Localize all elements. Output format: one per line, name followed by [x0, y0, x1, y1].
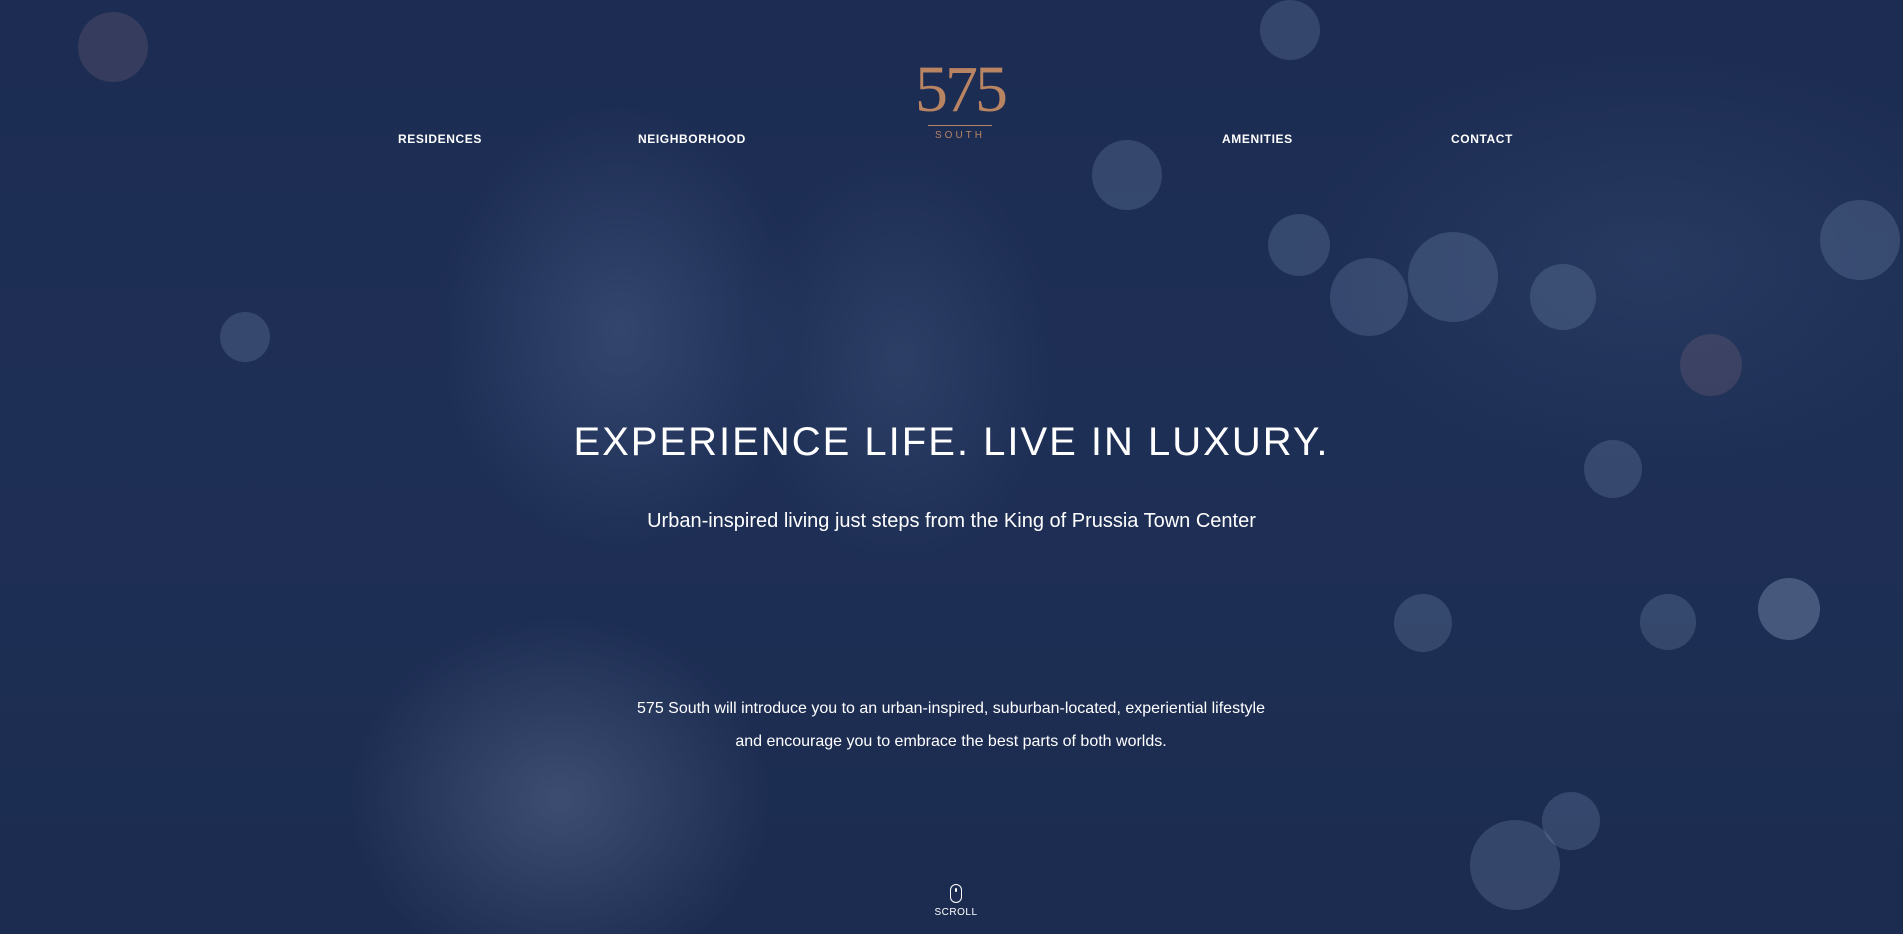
scroll-label: SCROLL — [934, 907, 978, 918]
background-bokeh — [1470, 820, 1560, 910]
mouse-icon — [950, 884, 962, 903]
hero-intro-line: 575 South will introduce you to an urban… — [637, 700, 1265, 717]
logo-wordmark: SOUTH — [935, 130, 985, 141]
background-bokeh — [1530, 264, 1596, 330]
hero-section: RESIDENCES NEIGHBORHOOD 575 SOUTH AMENIT… — [0, 0, 1903, 934]
background-bokeh — [1268, 214, 1330, 276]
background-bokeh — [220, 312, 270, 362]
site-logo[interactable]: 575 SOUTH — [904, 53, 1016, 150]
background-bokeh — [1542, 792, 1600, 850]
logo-number: 575 — [915, 53, 1008, 126]
background-bokeh — [1680, 334, 1742, 396]
background-bokeh — [1820, 200, 1900, 280]
nav-link-neighborhood[interactable]: NEIGHBORHOOD — [638, 132, 746, 146]
hero-intro-text: 575 South will introduce you to an urban… — [551, 692, 1351, 758]
hero-intro-line: and encourage you to embrace the best pa… — [735, 733, 1167, 750]
background-bokeh — [1394, 594, 1452, 652]
nav-link-amenities[interactable]: AMENITIES — [1222, 132, 1293, 146]
background-bokeh — [1758, 578, 1820, 640]
background-bokeh — [1408, 232, 1498, 322]
hero-headline: EXPERIENCE LIFE. LIVE IN LUXURY. — [573, 420, 1330, 464]
hero-subheadline: Urban-inspired living just steps from th… — [647, 510, 1256, 532]
nav-link-contact[interactable]: CONTACT — [1451, 132, 1513, 146]
nav-link-residences[interactable]: RESIDENCES — [398, 132, 482, 146]
background-bokeh — [1330, 258, 1408, 336]
background-bokeh — [1640, 594, 1696, 650]
scroll-indicator[interactable]: SCROLL — [926, 884, 986, 918]
main-navigation: RESIDENCES NEIGHBORHOOD 575 SOUTH AMENIT… — [0, 0, 1903, 160]
